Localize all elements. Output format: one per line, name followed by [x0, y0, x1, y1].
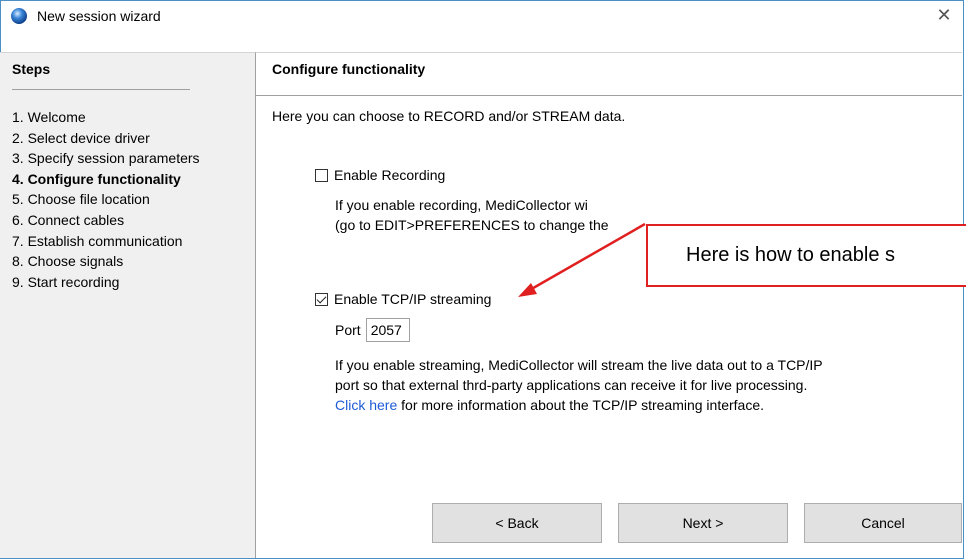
step-item: 6. Connect cables: [12, 211, 125, 228]
steps-list: 1. Welcome 2. Select device driver 3. Spec…: [12, 107, 200, 292]
port-label: Port: [335, 322, 361, 338]
streaming-description: If you enable streaming, MediCollector w…: [335, 355, 823, 415]
streaming-desc-line2: port so that external thrd-party applica…: [335, 377, 808, 393]
step-item: 2. Select device driver: [12, 129, 150, 146]
close-button[interactable]: ✕: [933, 4, 955, 26]
step-item: 4. Configure functionality: [12, 170, 181, 187]
page-title: Configure functionality: [272, 61, 426, 77]
title-bar: New session wizard ✕: [1, 1, 963, 31]
steps-divider: [12, 89, 190, 90]
steps-header: Steps: [12, 61, 51, 77]
next-button[interactable]: Next >: [618, 503, 788, 543]
step-item: 7. Establish communication: [12, 232, 183, 249]
step-item: 8. Choose signals: [12, 253, 124, 270]
enable-recording-row[interactable]: Enable Recording: [315, 167, 445, 183]
step-item: 9. Start recording: [12, 273, 120, 290]
enable-recording-label: Enable Recording: [334, 167, 446, 183]
port-input[interactable]: [365, 318, 410, 342]
port-row: Port: [335, 318, 410, 342]
enable-streaming-row[interactable]: Enable TCP/IP streaming: [315, 291, 491, 307]
annotation-text: Here is how to enable s: [686, 244, 896, 266]
cancel-button[interactable]: Cancel: [804, 503, 962, 543]
recording-desc-line2: (go to EDIT>PREFERENCES to change the: [335, 217, 609, 233]
link-rest-text: for more information about the TCP/IP st…: [397, 397, 765, 413]
enable-streaming-label: Enable TCP/IP streaming: [334, 291, 492, 307]
step-item: 5. Choose file location: [12, 191, 150, 208]
enable-recording-checkbox[interactable]: [315, 168, 328, 182]
recording-description: If you enable recording, MediCollector w…: [335, 195, 609, 235]
streaming-link-line: Click here for more information about th…: [335, 395, 823, 415]
intro-text: Here you can choose to RECORD and/or STR…: [272, 108, 626, 124]
recording-desc-line1: If you enable recording, MediCollector w…: [335, 197, 588, 213]
window-title: New session wizard: [37, 8, 161, 24]
blue-sphere-icon: [11, 8, 27, 24]
enable-streaming-checkbox[interactable]: [315, 292, 328, 306]
annotation-callout: Here is how to enable s: [646, 224, 966, 287]
back-button[interactable]: < Back: [432, 503, 602, 543]
close-icon: ✕: [936, 5, 952, 25]
step-item: 1. Welcome: [12, 109, 86, 125]
header-divider: [256, 95, 962, 96]
streaming-desc-line1: If you enable streaming, MediCollector w…: [335, 357, 823, 373]
step-item: 3. Specify session parameters: [12, 150, 200, 167]
steps-panel: Steps 1. Welcome 2. Select device driver 3…: [0, 52, 256, 558]
click-here-link[interactable]: Click here: [335, 397, 397, 413]
config-header-bar: Configure functionality: [256, 52, 962, 96]
